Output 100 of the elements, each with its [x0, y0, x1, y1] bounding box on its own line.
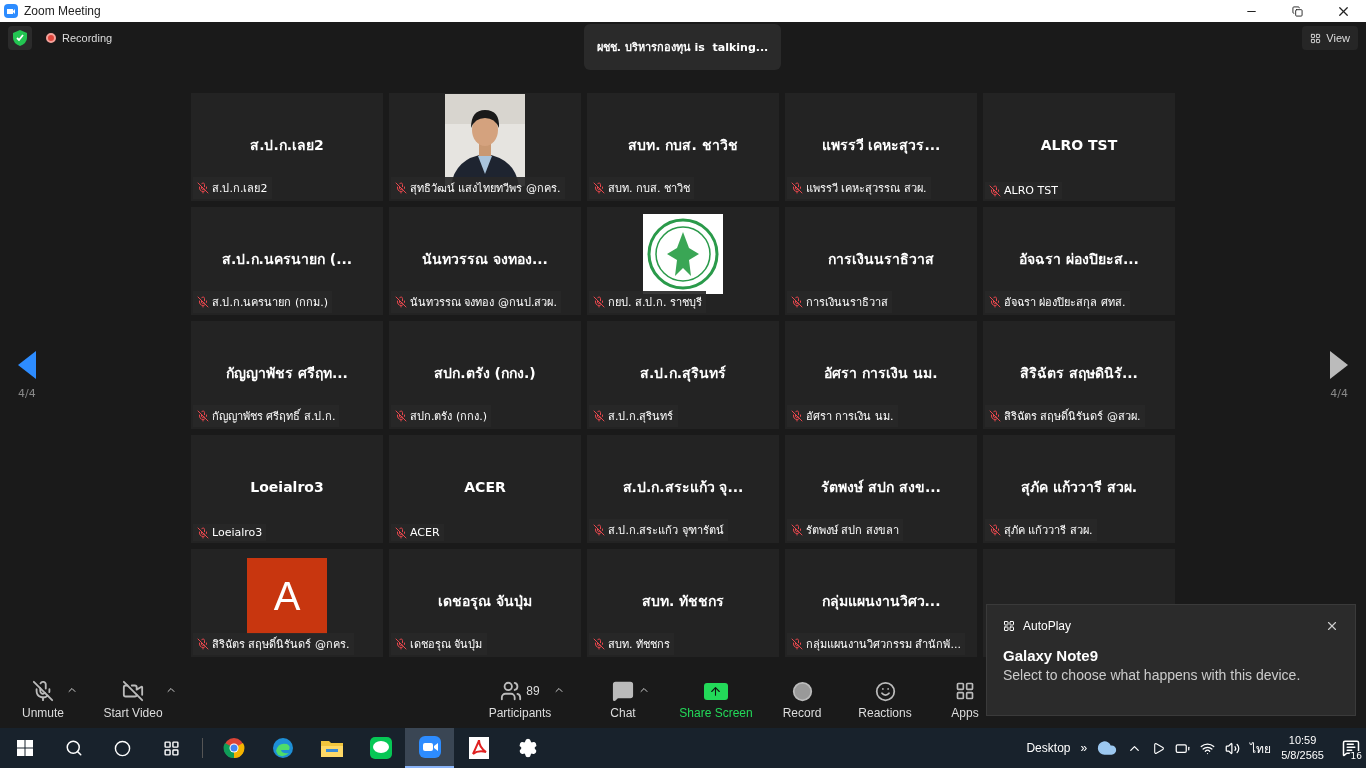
task-view-icon[interactable]: [163, 739, 180, 757]
name-label: อัจฉรา ผ่องปิยะสกุล ศทส.: [985, 291, 1130, 313]
video-tile[interactable]: สุทธิวัฒน์ แสงไทยทวีพร @กคร.: [389, 93, 581, 201]
name-label: เดชอรุณ จันปุ่ม: [391, 633, 487, 655]
windows-logo-icon[interactable]: [16, 740, 33, 756]
name-label: สบท. ทัชชกร: [589, 633, 674, 655]
language-indicator[interactable]: ไทย: [1250, 738, 1272, 758]
video-tile[interactable]: อัศรา การเงิน นม. อัศรา การเงิน นม.: [785, 321, 977, 429]
video-app-icon: [418, 736, 441, 758]
media-icon[interactable]: [1152, 741, 1166, 755]
video-tile[interactable]: สบท. กบส. ชาวิช สบท. กบส. ชาวิช: [587, 93, 779, 201]
page-indicator: 4/4: [1330, 386, 1348, 400]
muted-mic-icon: [791, 296, 803, 308]
video-tile[interactable]: กัญญาพัชร ศรีฤท... กัญญาพัชร ศรีฤทธิ์ ส.ป.ก.: [191, 321, 383, 429]
video-tile[interactable]: สบท. ทัชชกร สบท. ทัชชกร: [587, 549, 779, 657]
toolbar-button[interactable]: 89 Participants: [488, 680, 552, 720]
notification-count: 16: [1348, 751, 1364, 761]
name-label: แพรรวี เคหะสุวรรณ สวผ.: [787, 177, 931, 199]
video-off-icon: [122, 680, 144, 702]
participant-name: สบท. ทัชชกร: [641, 592, 725, 611]
name-label: สิริฉัตร สฤษดิ์นิรันดร์ @กคร.: [193, 633, 354, 655]
window-title: Zoom Meeting: [24, 4, 102, 18]
participant-name: รัตพงษ์ สปก สงข...: [821, 478, 941, 497]
search-icon[interactable]: [64, 739, 83, 757]
video-tile[interactable]: สุภัค แก้ววารี สวผ. สุภัค แก้ววารี สวผ.: [983, 435, 1175, 543]
chat-icon: [612, 680, 634, 702]
participant-name: กลุ่มแผนงานวิศว...: [821, 592, 941, 612]
previous-page-button[interactable]: [18, 350, 36, 379]
video-tile[interactable]: ส.ป.ก.เลย2 ส.ป.ก.เลย2: [191, 93, 383, 201]
security-shield-icon[interactable]: [8, 26, 32, 50]
name-label: กยป. ส.ป.ก. ราชบุรี: [589, 291, 706, 313]
notification-toast[interactable]: AutoPlay Galaxy Note9 Select to choose what happens with this device.: [986, 604, 1356, 716]
grid-icon: [1310, 32, 1322, 44]
muted-mic-icon: [593, 182, 605, 194]
toolbar-button[interactable]: Start Video: [103, 680, 163, 720]
muted-mic-icon: [395, 638, 407, 650]
muted-mic-icon: [593, 524, 605, 536]
muted-mic-icon: [197, 296, 209, 308]
video-tile[interactable]: แพรรวี เคหะสุวร... แพรรวี เคหะสุวรรณ สวผ.: [785, 93, 977, 201]
muted-mic-icon: [791, 182, 803, 194]
clock[interactable]: 10:59 5/8/2565: [1281, 733, 1324, 763]
video-tile[interactable]: ALRO TST ALRO TST: [983, 93, 1175, 201]
circle-icon[interactable]: [114, 739, 131, 757]
participants-icon: [500, 680, 523, 702]
muted-mic-icon: [197, 638, 209, 650]
toolbar-button[interactable]: Chat: [610, 680, 636, 720]
name-label: ส.ป.ก.นครนายก (กกม.): [193, 291, 333, 313]
notification-app: AutoPlay: [1023, 619, 1072, 633]
participant-name: สบท. กบส. ชาวิช: [628, 136, 738, 155]
muted-mic-icon: [395, 296, 407, 308]
video-tile[interactable]: เดชอรุณ จันปุ่ม เดชอรุณ จันปุ่ม: [389, 549, 581, 657]
video-tile[interactable]: การเงินนราธิวาส การเงินนราธิวาส: [785, 207, 977, 315]
muted-mic-icon: [791, 410, 803, 422]
toolbar-button[interactable]: Reactions: [858, 680, 912, 720]
video-tile[interactable]: กยป. ส.ป.ก. ราชบุรี: [587, 207, 779, 315]
app-logo-icon: [4, 4, 18, 18]
muted-mic-icon: [989, 524, 1001, 536]
restore-icon[interactable]: [1291, 5, 1303, 17]
participant-name: สุภัค แก้ววารี สวผ.: [1020, 478, 1138, 498]
video-tile[interactable]: ส.ป.ก.นครนายก (... ส.ป.ก.นครนายก (กกม.): [191, 207, 383, 315]
video-tile[interactable]: กลุ่มแผนงานวิศว... กลุ่มแผนงานวิศวกรรม สำนักพั...: [785, 549, 977, 657]
desktop-toolbar[interactable]: Desktop: [1026, 741, 1071, 755]
notification-title: Galaxy Note9: [1003, 647, 1100, 664]
video-tile[interactable]: สิริฉัตร สฤษดินิรั... สิริฉัตร สฤษดิ์นิรันดร์ @สวผ.: [983, 321, 1175, 429]
video-tile[interactable]: รัตพงษ์ สปก สงข... รัตพงษ์ สปก สงขลา: [785, 435, 977, 543]
video-tile[interactable]: สปก.ตรัง (กกง.) สปก.ตรัง (กกง.): [389, 321, 581, 429]
notification-message: Select to choose what happens with this device.: [1003, 667, 1302, 683]
name-label: สปก.ตรัง (กกง.): [391, 405, 492, 427]
browser-icon: [222, 737, 245, 759]
toolbar-button[interactable]: Apps: [951, 680, 979, 720]
participant-name: ส.ป.ก.สระแก้ว จุ...: [622, 478, 744, 498]
close-button[interactable]: [1325, 619, 1339, 633]
name-label: สบท. กบส. ชาวิช: [589, 177, 694, 199]
participant-name: สิริฉัตร สฤษดินิรั...: [1020, 364, 1138, 383]
video-tile[interactable]: นันทวรรณ จงทอง... นันทวรรณ จงทอง @กนป.สวผ.: [389, 207, 581, 315]
toolbar-button[interactable]: Unmute: [22, 680, 64, 720]
video-tile[interactable]: ACER ACER: [389, 435, 581, 543]
weather-icon[interactable]: [1097, 738, 1118, 758]
volume-icon[interactable]: [1225, 740, 1241, 756]
toolbar-button[interactable]: Share Screen: [679, 680, 753, 720]
taskbar-app[interactable]: [405, 728, 454, 768]
wifi-icon[interactable]: [1200, 740, 1216, 756]
toolbar-button[interactable]: Record: [782, 680, 822, 720]
muted-mic-icon: [989, 296, 1001, 308]
video-tile[interactable]: ส.ป.ก.สระแก้ว จุ... ส.ป.ก.สระแก้ว จุฑารัตน์: [587, 435, 779, 543]
participant-name: อัศรา การเงิน นม.: [824, 364, 938, 383]
participant-name: เดชอรุณ จันปุ่ม: [438, 592, 532, 612]
muted-mic-icon: [791, 638, 803, 650]
view-button[interactable]: View: [1302, 26, 1358, 50]
video-tile[interactable]: Loeialro3 Loeialro3: [191, 435, 383, 543]
video-tile[interactable]: ส.ป.ก.สุรินทร์ ส.ป.ก.สุรินทร์: [587, 321, 779, 429]
name-label: ACER: [391, 524, 444, 541]
video-tile[interactable]: อัจฉรา ผ่องปิยะส... อัจฉรา ผ่องปิยะสกุล ศทส.: [983, 207, 1175, 315]
name-label: Loeialro3: [193, 524, 267, 541]
video-tile[interactable]: A สิริฉัตร สฤษดิ์นิรันดร์ @กคร.: [191, 549, 383, 657]
muted-mic-icon: [197, 526, 209, 539]
more-toolbar-button[interactable]: »: [1080, 741, 1088, 755]
muted-mic-icon: [395, 182, 407, 194]
next-page-button[interactable]: [1330, 350, 1348, 379]
page-indicator: 4/4: [18, 386, 36, 400]
